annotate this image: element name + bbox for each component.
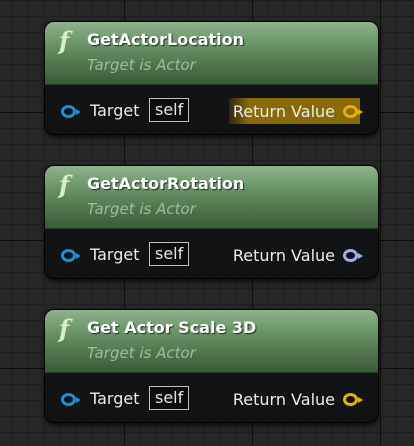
target-input-pin-icon[interactable]	[61, 105, 81, 118]
target-pin-label: Target	[90, 245, 140, 264]
function-icon: f	[59, 26, 70, 55]
vector-output-pin-icon[interactable]	[343, 104, 363, 118]
node-get-actor-location[interactable]: f GetActorLocation Target is Actor Targe…	[45, 22, 378, 134]
node-body: Target self Return Value	[45, 229, 378, 278]
node-body: Target self Return Value	[45, 373, 378, 422]
vector-output-pin-icon[interactable]	[343, 392, 363, 406]
node-header[interactable]: f GetActorRotation Target is Actor	[45, 166, 378, 229]
target-pin-label: Target	[90, 101, 140, 120]
return-value-label: Return Value	[232, 389, 335, 409]
rotator-output-pin-icon[interactable]	[343, 248, 363, 262]
node-title: GetActorRotation	[87, 174, 245, 193]
return-value-label: Return Value	[232, 245, 335, 265]
target-default-value[interactable]: self	[149, 386, 190, 410]
node-title: GetActorLocation	[87, 30, 245, 49]
return-value-output[interactable]: Return Value	[229, 242, 363, 268]
node-title: Get Actor Scale 3D	[87, 318, 257, 337]
node-header[interactable]: f Get Actor Scale 3D Target is Actor	[45, 310, 378, 373]
return-value-output[interactable]: Return Value	[228, 98, 363, 124]
node-get-actor-scale-3d[interactable]: f Get Actor Scale 3D Target is Actor Tar…	[45, 310, 378, 422]
node-subtitle: Target is Actor	[87, 200, 196, 218]
target-default-value[interactable]: self	[149, 98, 190, 122]
node-subtitle: Target is Actor	[87, 344, 196, 362]
target-input-pin-icon[interactable]	[61, 393, 81, 406]
return-value-output[interactable]: Return Value	[229, 386, 363, 412]
node-get-actor-rotation[interactable]: f GetActorRotation Target is Actor Targe…	[45, 166, 378, 278]
node-subtitle: Target is Actor	[87, 56, 196, 74]
target-input-pin-icon[interactable]	[61, 249, 81, 262]
function-icon: f	[59, 314, 70, 343]
target-default-value[interactable]: self	[149, 242, 190, 266]
node-body: Target self Return Value	[45, 85, 378, 134]
target-pin-label: Target	[90, 389, 140, 408]
function-icon: f	[59, 170, 70, 199]
node-header[interactable]: f GetActorLocation Target is Actor	[45, 22, 378, 85]
return-value-label: Return Value	[232, 101, 335, 121]
